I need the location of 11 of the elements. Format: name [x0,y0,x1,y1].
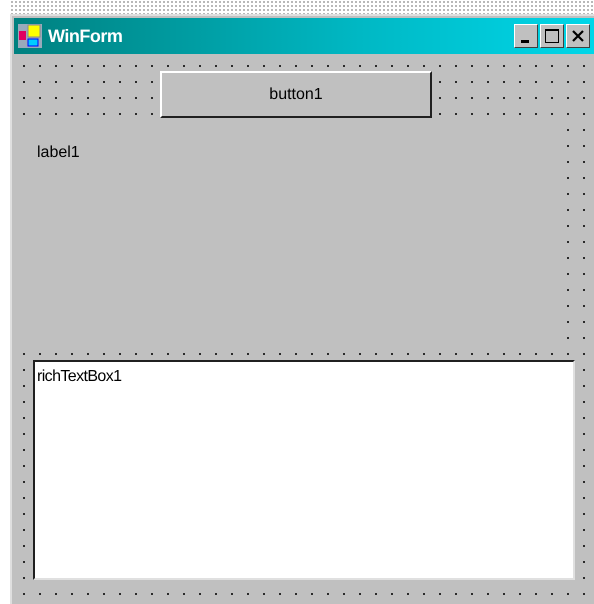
window-title: WinForm [48,26,122,46]
close-button[interactable] [566,24,590,48]
app-icon [18,24,42,48]
rich-text-box[interactable]: richTextBox1 [33,360,575,580]
minimize-button[interactable] [514,24,538,48]
button[interactable]: button1 [160,71,432,118]
label: label1 [37,144,80,161]
close-icon [571,29,585,43]
maximize-button[interactable] [540,24,564,48]
minimize-icon [521,40,529,42]
maximize-icon [544,28,560,44]
